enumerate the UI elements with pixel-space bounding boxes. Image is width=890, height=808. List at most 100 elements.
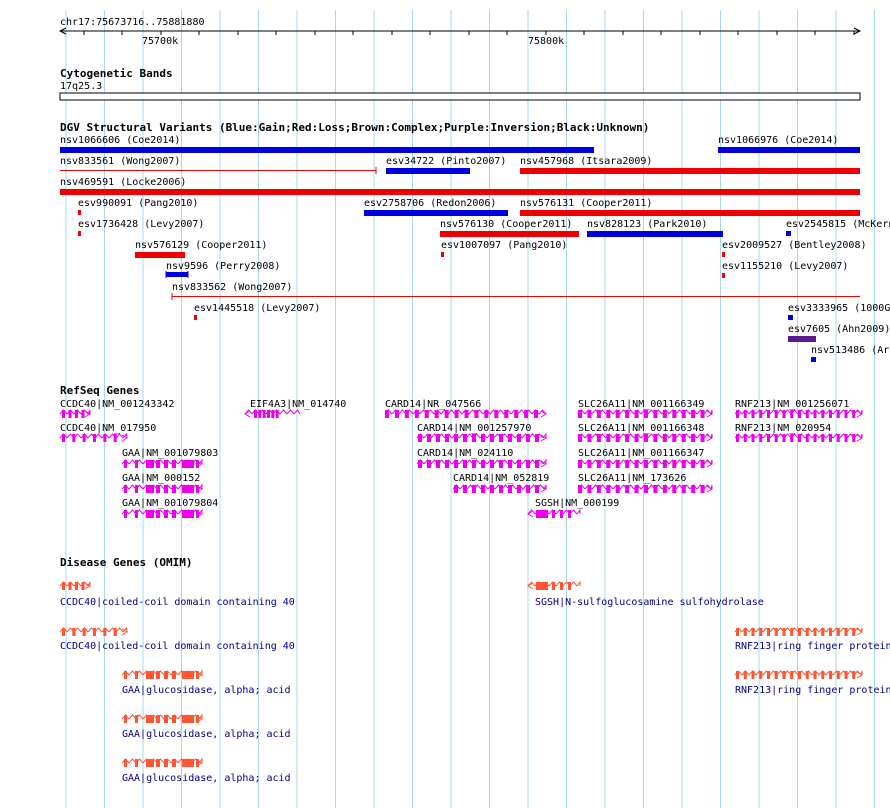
refseq-gene-glyph[interactable] — [527, 508, 581, 518]
dgv-variant-bar[interactable] — [135, 252, 185, 258]
refseq-gene-glyph[interactable] — [577, 433, 713, 442]
dgv-variant-label[interactable]: esv990091 (Pang2010) — [78, 198, 198, 209]
dgv-variant-bar[interactable] — [441, 252, 444, 257]
refseq-gene-glyph[interactable] — [416, 432, 547, 442]
dgv-variant-bar[interactable] — [811, 357, 816, 362]
refseq-gene-glyph[interactable] — [734, 409, 863, 418]
dgv-variant-bar[interactable] — [786, 231, 791, 236]
dgv-variant-label[interactable]: esv2545815 (McKern — [786, 219, 890, 230]
refseq-gene-glyph[interactable] — [416, 458, 547, 468]
cytoband-bar[interactable] — [59, 92, 861, 101]
refseq-gene-label[interactable]: SLC26A11|NM_173626 — [578, 473, 686, 484]
omim-gene-label[interactable]: GAA|glucosidase, alpha; acid — [122, 685, 291, 696]
omim-gene-glyph[interactable] — [59, 581, 91, 590]
dgv-variant-bar[interactable] — [166, 272, 188, 277]
dgv-variant-label[interactable]: esv1445518 (Levy2007) — [194, 303, 320, 314]
dgv-variant-label[interactable]: esv1736428 (Levy2007) — [78, 219, 204, 230]
dgv-variant-bar[interactable] — [520, 210, 860, 216]
refseq-gene-glyph[interactable] — [244, 409, 301, 418]
dgv-variant-label[interactable]: nsv576131 (Cooper2011) — [520, 198, 652, 209]
refseq-gene-label[interactable]: SLC26A11|NM_001166348 — [578, 423, 704, 434]
refseq-gene-glyph[interactable] — [384, 409, 547, 418]
omim-gene-glyph[interactable] — [734, 627, 863, 636]
dgv-variant-bar[interactable] — [788, 336, 816, 342]
dgv-variant-label[interactable]: nsv1066606 (Coe2014) — [60, 135, 180, 146]
dgv-variant-label[interactable]: esv1155210 (Levy2007) — [722, 261, 848, 272]
gene-exon — [172, 460, 176, 468]
refseq-gene-glyph[interactable] — [59, 409, 91, 418]
dgv-variant-bar[interactable] — [722, 252, 725, 257]
refseq-gene-label[interactable]: RNF213|NM_020954 — [735, 423, 831, 434]
refseq-gene-glyph[interactable] — [577, 409, 713, 418]
refseq-gene-label[interactable]: CCDC40|NM_001243342 — [60, 399, 174, 410]
omim-gene-label[interactable]: RNF213|ring finger protein — [735, 685, 890, 696]
refseq-gene-label[interactable]: GAA|NM_000152 — [122, 473, 200, 484]
gene-exon — [681, 460, 686, 468]
dgv-variant-bar[interactable] — [386, 168, 470, 174]
refseq-gene-glyph[interactable] — [121, 508, 203, 518]
dgv-variant-label[interactable]: nsv469591 (Locke2006) — [60, 177, 186, 188]
dgv-variant-label[interactable]: nsv828123 (Park2010) — [587, 219, 707, 230]
dgv-variant-label[interactable]: esv3333965 (1000G — [788, 303, 890, 314]
refseq-gene-label[interactable]: SLC26A11|NM_001166349 — [578, 399, 704, 410]
dgv-variant-label[interactable]: nsv1066976 (Coe2014) — [718, 135, 838, 146]
dgv-variant-bar[interactable] — [78, 231, 81, 236]
dgv-variant-label[interactable]: nsv576130 (Cooper2011) — [440, 219, 572, 230]
dgv-variant-bar[interactable] — [722, 273, 725, 278]
dgv-variant-label[interactable]: esv1007097 (Pang2010) — [441, 240, 567, 251]
refseq-gene-glyph[interactable] — [59, 432, 128, 442]
omim-gene-label[interactable]: SGSH|N-sulfoglucosamine sulfohydrolase — [535, 597, 764, 608]
dgv-variant-label[interactable]: esv2758706 (Redon2006) — [364, 198, 496, 209]
dgv-variant-label[interactable]: nsv9596 (Perry2008) — [166, 261, 280, 272]
dgv-variant-bar[interactable] — [788, 315, 793, 320]
refseq-gene-glyph[interactable] — [734, 433, 863, 442]
refseq-gene-glyph[interactable] — [577, 459, 713, 468]
dgv-variant-bar[interactable] — [194, 315, 197, 320]
omim-gene-glyph[interactable] — [734, 670, 863, 679]
dgv-variant-label[interactable]: nsv513486 (Ar — [811, 345, 889, 356]
dgv-variant-label[interactable]: esv34722 (Pinto2007) — [386, 156, 506, 167]
dgv-variant-label[interactable]: esv2009527 (Bentley2008) — [722, 240, 867, 251]
dgv-variant-bar[interactable] — [364, 210, 508, 216]
dgv-variant-label[interactable]: nsv833562 (Wong2007) — [172, 282, 292, 293]
refseq-gene-label[interactable]: GAA|NM_001079803 — [122, 448, 218, 459]
refseq-gene-glyph[interactable] — [121, 483, 203, 493]
omim-gene-label[interactable]: CCDC40|coiled-coil domain containing 40 — [60, 641, 295, 652]
refseq-gene-label[interactable]: GAA|NM_001079804 — [122, 498, 218, 509]
omim-gene-glyph[interactable] — [121, 669, 203, 679]
dgv-variant-label[interactable]: nsv833561 (Wong2007) — [60, 156, 180, 167]
refseq-gene-label[interactable]: CARD14|NM_001257970 — [417, 423, 531, 434]
dgv-variant-label[interactable]: nsv457968 (Itsara2009) — [520, 156, 652, 167]
refseq-gene-label[interactable]: CCDC40|NM_017950 — [60, 423, 156, 434]
omim-gene-label[interactable]: GAA|glucosidase, alpha; acid — [122, 773, 291, 784]
dgv-variant-label[interactable]: nsv576129 (Cooper2011) — [135, 240, 267, 251]
dgv-variant-bar[interactable] — [60, 189, 860, 195]
refseq-gene-label[interactable]: SLC26A11|NM_001166347 — [578, 448, 704, 459]
omim-gene-glyph[interactable] — [121, 757, 203, 767]
dgv-variant-bar[interactable] — [78, 210, 81, 215]
omim-gene-glyph[interactable] — [527, 580, 581, 590]
dgv-variant-bar[interactable] — [60, 170, 376, 171]
refseq-gene-label[interactable]: SGSH|NM_000199 — [535, 498, 619, 509]
dgv-variant-bar[interactable] — [440, 231, 579, 237]
omim-gene-label[interactable]: CCDC40|coiled-coil domain containing 40 — [60, 597, 295, 608]
dgv-variant-bar[interactable] — [520, 168, 860, 174]
dgv-variant-label[interactable]: esv7605 (Ahn2009) — [788, 324, 890, 335]
omim-gene-glyph[interactable] — [59, 626, 128, 636]
refseq-gene-glyph[interactable] — [452, 484, 547, 493]
refseq-gene-label[interactable]: EIF4A3|NM_014740 — [250, 399, 346, 410]
refseq-gene-glyph[interactable] — [121, 458, 203, 468]
dgv-variant-bar[interactable] — [587, 231, 723, 237]
omim-gene-label[interactable]: RNF213|ring finger protein — [735, 641, 890, 652]
refseq-gene-glyph[interactable] — [577, 484, 713, 493]
refseq-gene-label[interactable]: CARD14|NM_052819 — [453, 473, 549, 484]
refseq-gene-label[interactable]: RNF213|NM_001256071 — [735, 399, 849, 410]
dgv-variant-bar[interactable] — [60, 147, 594, 153]
dgv-variant-bar[interactable] — [718, 147, 860, 153]
refseq-gene-label[interactable]: CARD14|NR_047566 — [385, 399, 481, 410]
omim-gene-label[interactable]: GAA|glucosidase, alpha; acid — [122, 729, 291, 740]
refseq-gene-label[interactable]: CARD14|NM_024110 — [417, 448, 513, 459]
omim-gene-glyph[interactable] — [121, 713, 203, 723]
dgv-variant-bar[interactable] — [172, 296, 860, 297]
cytoband-label[interactable]: 17q25.3 — [60, 81, 102, 92]
